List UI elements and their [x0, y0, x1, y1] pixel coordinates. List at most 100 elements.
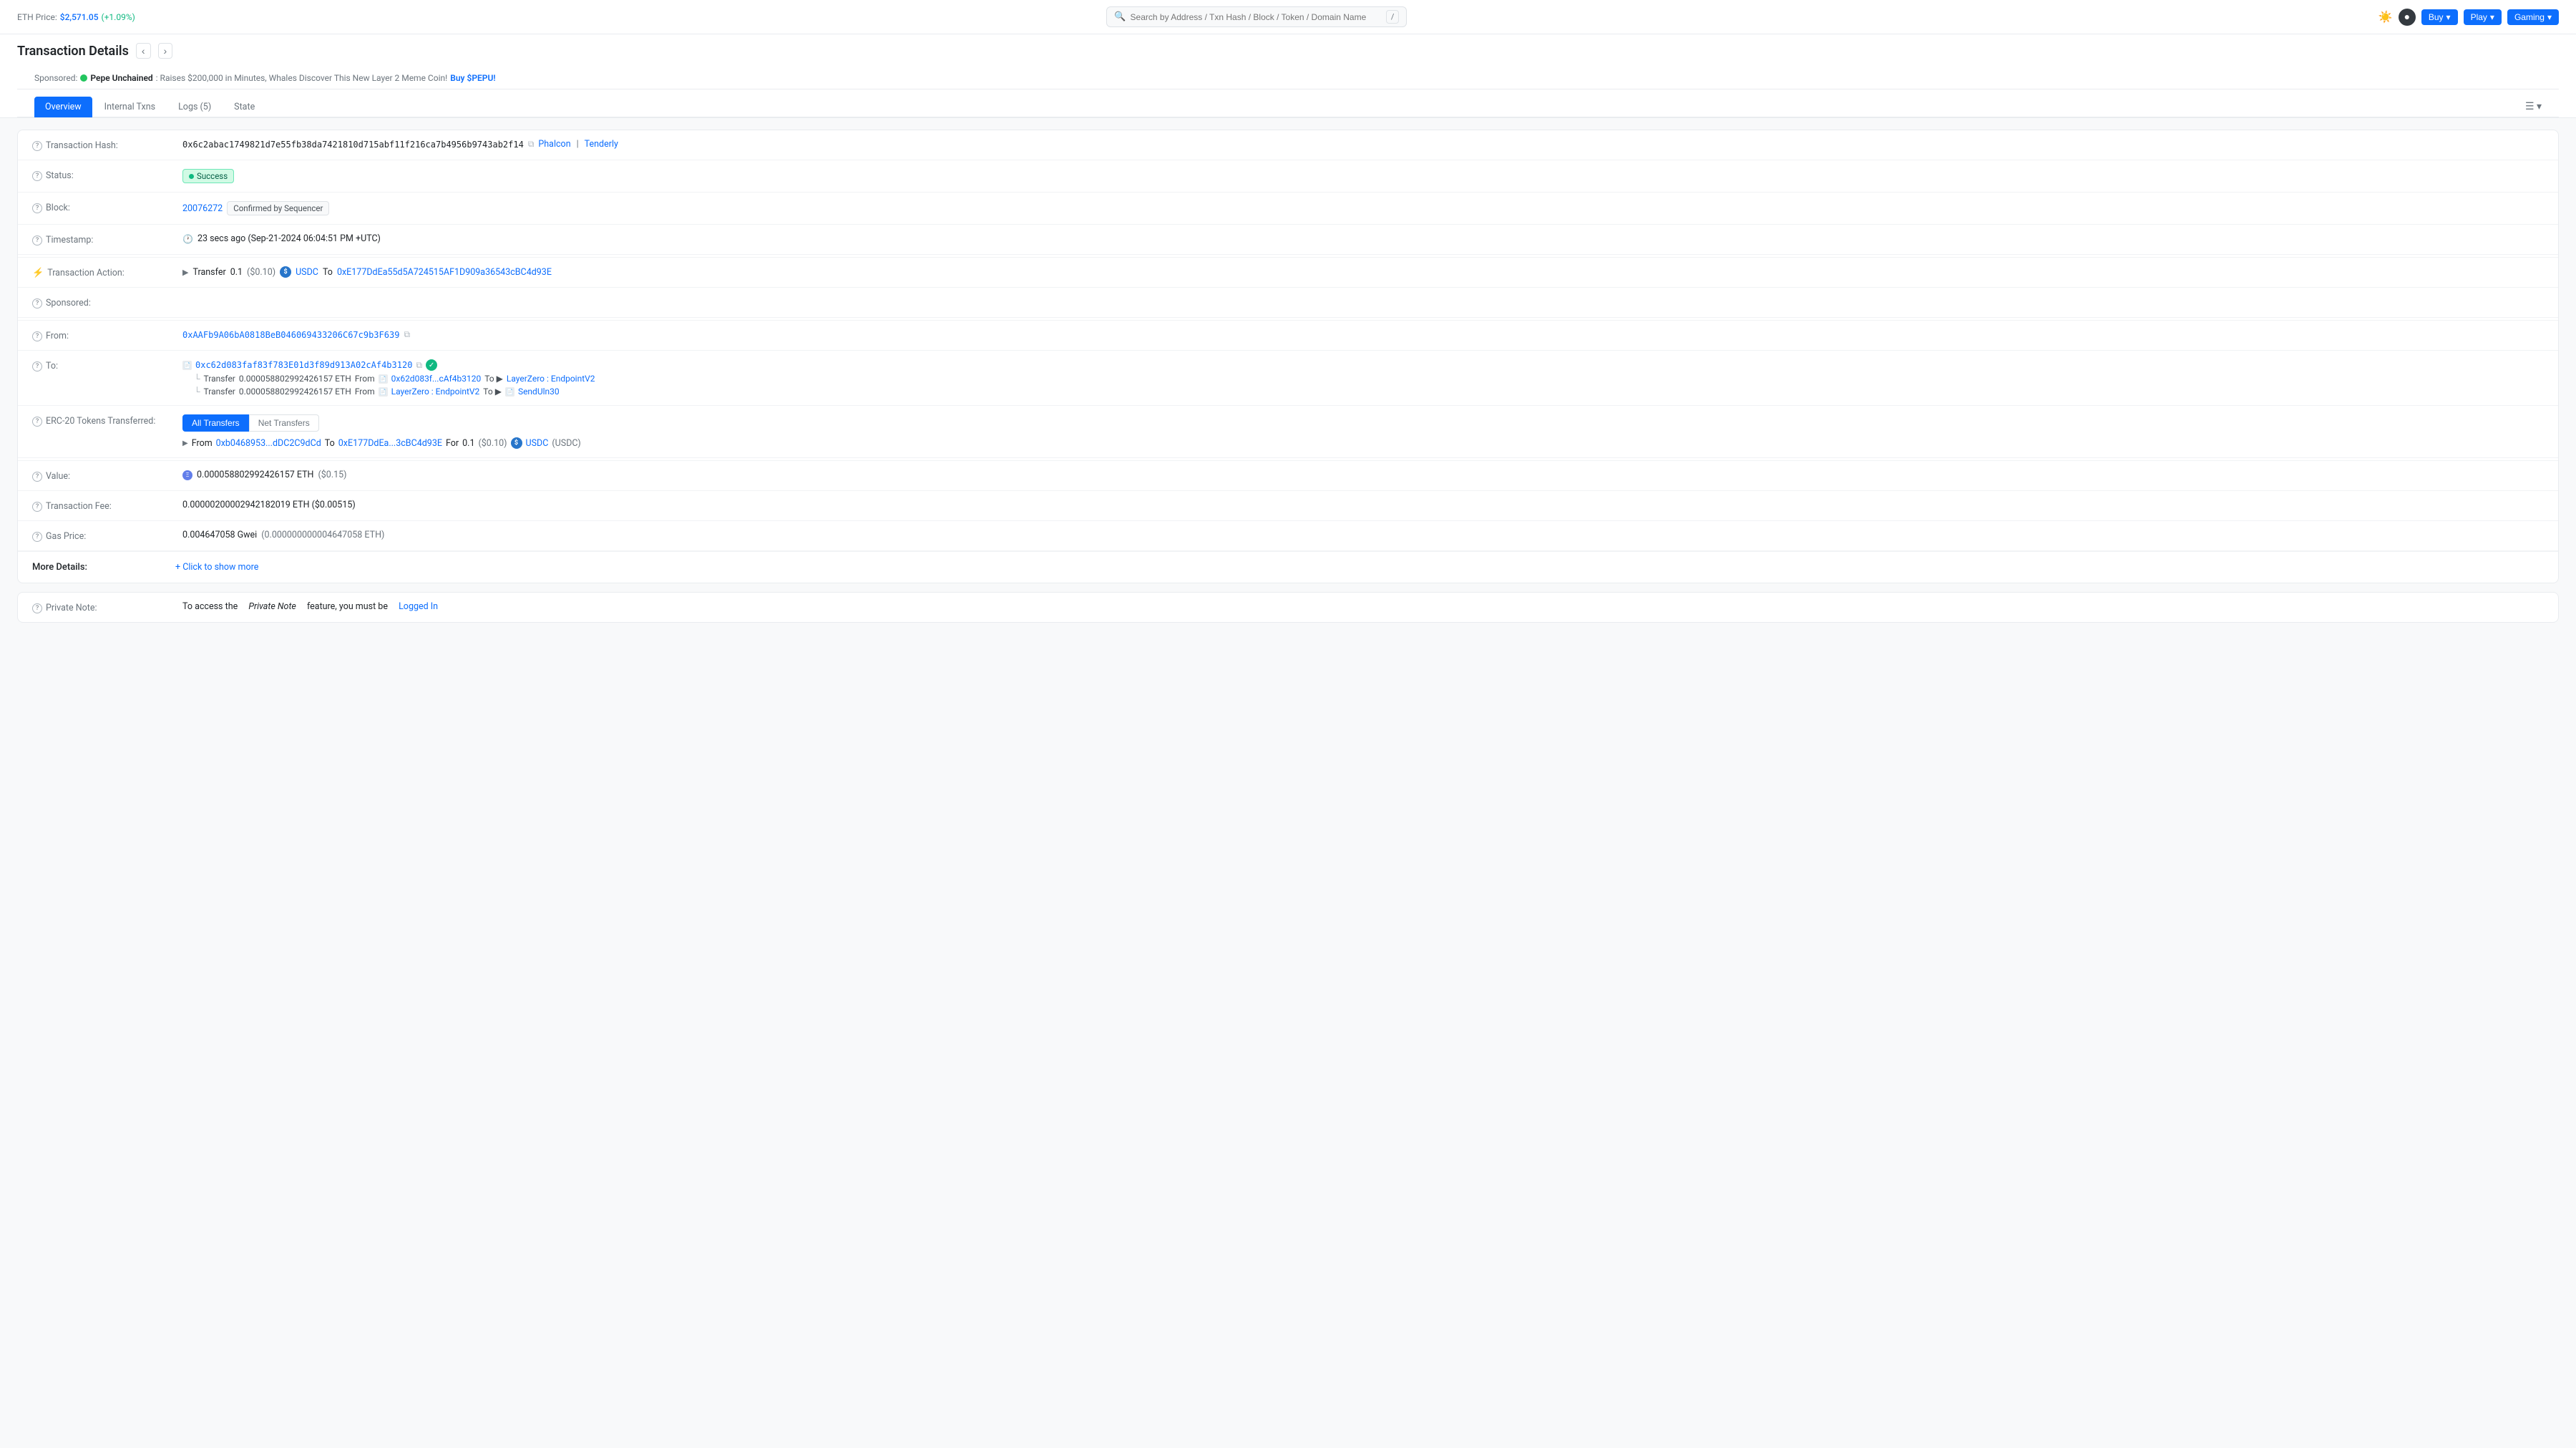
- to-address-link[interactable]: 0xc62d083faf83f783E01d3f89d913A02cAf4b31…: [195, 360, 412, 370]
- block-number-link[interactable]: 20076272: [182, 203, 223, 214]
- transfer-1-to-link[interactable]: LayerZero : EndpointV2: [507, 374, 595, 384]
- usdc-symbol-link[interactable]: USDC: [526, 438, 549, 449]
- action-to-address[interactable]: 0xE177DdEa55d5A724515AF1D909a36543cBC4d9…: [337, 267, 552, 278]
- tenderly-link[interactable]: Tenderly: [585, 139, 618, 150]
- from-text: From: [192, 438, 213, 449]
- page-header: Transaction Details ‹ › Sponsored: Pepe …: [0, 34, 2576, 118]
- bolt-icon: ⚡: [32, 268, 44, 278]
- copy-to-icon[interactable]: ⧉: [416, 360, 422, 371]
- from-info-icon[interactable]: ?: [32, 331, 42, 341]
- from-address-link[interactable]: 0xAAFb9A06bA0818BeB046069433206C67c9b3F6…: [182, 330, 399, 340]
- gaming-button[interactable]: Gaming ▾: [2507, 9, 2559, 25]
- search-input[interactable]: [1131, 12, 1382, 22]
- search-icon: 🔍: [1114, 11, 1126, 22]
- status-info-icon[interactable]: ?: [32, 171, 42, 181]
- to-info-icon[interactable]: ?: [32, 361, 42, 371]
- copy-from-icon[interactable]: ⧉: [404, 329, 410, 340]
- block-info-icon[interactable]: ?: [32, 203, 42, 213]
- next-arrow[interactable]: ›: [158, 43, 173, 59]
- eth-icon-value: Ξ: [182, 470, 192, 480]
- transfer-1-from-link[interactable]: 0x62d083f...cAf4b3120: [391, 374, 482, 384]
- more-details-link[interactable]: + Click to show more: [175, 562, 258, 573]
- from-label: ? From:: [32, 329, 175, 341]
- contract-icon-1: 📄: [379, 374, 388, 384]
- token-transfer-row: ▶ From 0xb0468953...dDC2C9dCd To 0xE177D…: [182, 437, 581, 449]
- sponsored-info-icon[interactable]: ?: [32, 298, 42, 308]
- transfer-1: └ Transfer 0.000058802992426157 ETH From…: [182, 374, 2544, 384]
- erc20-label: ? ERC-20 Tokens Transferred:: [32, 414, 175, 427]
- sponsored-field-label: ? Sponsored:: [32, 296, 175, 308]
- gas-price-info-icon[interactable]: ?: [32, 532, 42, 542]
- to-text-token: To: [325, 438, 335, 449]
- erc20-row: ? ERC-20 Tokens Transferred: All Transfe…: [18, 406, 2558, 458]
- page-content: ? Transaction Hash: 0x6c2abac1749821d7e5…: [0, 118, 2576, 634]
- tab-overview[interactable]: Overview: [34, 97, 92, 117]
- private-note-info-icon[interactable]: ?: [32, 603, 42, 613]
- sponsored-label: Sponsored:: [34, 73, 77, 83]
- buy-button[interactable]: Buy ▾: [2421, 9, 2458, 25]
- tx-fee-value: 0.00000200002942182019 ETH ($0.00515): [182, 500, 2544, 510]
- slash-key[interactable]: /: [1386, 10, 1400, 24]
- copy-hash-icon[interactable]: ⧉: [528, 139, 535, 150]
- value-info-icon[interactable]: ?: [32, 472, 42, 482]
- logged-in-link[interactable]: Logged In: [399, 601, 438, 612]
- prev-arrow[interactable]: ‹: [136, 43, 151, 59]
- contract-icon: 📄: [182, 361, 192, 370]
- timestamp-label: ? Timestamp:: [32, 233, 175, 246]
- gas-price-value: 0.004647058 Gwei (0.000000000004647058 E…: [182, 530, 2544, 540]
- transfer-prefix-2: └: [194, 387, 200, 397]
- tx-hash-label: ? Transaction Hash:: [32, 139, 175, 151]
- more-details-label: More Details:: [32, 562, 175, 573]
- status-label: ? Status:: [32, 169, 175, 181]
- tab-internal-txns[interactable]: Internal Txns: [94, 97, 166, 117]
- sponsored-name: Pepe Unchained: [90, 73, 152, 83]
- clock-icon: 🕐: [182, 234, 193, 244]
- nav-right: ☀️ ● Buy ▾ Play ▾ Gaming ▾: [2379, 9, 2559, 26]
- usdc-token-link[interactable]: USDC: [296, 267, 318, 278]
- triangle-icon-token: ▶: [182, 439, 188, 447]
- tx-action-label: ⚡ Transaction Action:: [32, 266, 175, 278]
- gas-price-row: ? Gas Price: 0.004647058 Gwei (0.0000000…: [18, 521, 2558, 551]
- sun-icon[interactable]: ☀️: [2379, 10, 2393, 24]
- play-button[interactable]: Play ▾: [2464, 9, 2502, 25]
- tx-hash-info-icon[interactable]: ?: [32, 141, 42, 151]
- timestamp-info-icon[interactable]: ?: [32, 235, 42, 246]
- timestamp-row: ? Timestamp: 🕐 23 secs ago (Sep-21-2024 …: [18, 225, 2558, 255]
- token-to-link[interactable]: 0xE177DdEa...3cBC4d93E: [338, 438, 442, 449]
- token-tab-group: All Transfers Net Transfers: [182, 414, 319, 432]
- transaction-card: ? Transaction Hash: 0x6c2abac1749821d7e5…: [17, 130, 2559, 583]
- contract-icon-2: 📄: [379, 387, 388, 397]
- sequencer-badge: Confirmed by Sequencer: [227, 201, 329, 215]
- status-row: ? Status: Success: [18, 160, 2558, 193]
- top-navigation: ETH Price: $2,571.05 (+1.09%) 🔍 / ☀️ ● B…: [0, 0, 2576, 34]
- tab-state[interactable]: State: [223, 97, 265, 117]
- to-row: ? To: 📄 0xc62d083faf83f783E01d3f89d913A0…: [18, 351, 2558, 406]
- search-bar[interactable]: 🔍 /: [1106, 6, 1407, 27]
- value-row: ? Value: Ξ 0.000058802992426157 ETH ($0.…: [18, 461, 2558, 491]
- value-value: Ξ 0.000058802992426157 ETH ($0.15): [182, 470, 2544, 480]
- link-divider: |: [577, 139, 579, 150]
- usdc-icon-action: $: [280, 266, 291, 278]
- transfer-2-from-link[interactable]: LayerZero : EndpointV2: [391, 387, 480, 397]
- transfer-1-text: Transfer: [204, 374, 235, 384]
- private-note-label: ? Private Note:: [32, 601, 175, 613]
- from-row: ? From: 0xAAFb9A06bA0818BeB046069433206C…: [18, 321, 2558, 351]
- list-icon[interactable]: ☰ ▾: [2525, 101, 2542, 112]
- gas-price-label: ? Gas Price:: [32, 530, 175, 542]
- tx-action-row: ⚡ Transaction Action: ▶ Transfer 0.1 ($0…: [18, 258, 2558, 288]
- tab-logs[interactable]: Logs (5): [167, 97, 222, 117]
- transfer-2: └ Transfer 0.000058802992426157 ETH From…: [182, 387, 2544, 397]
- net-transfers-tab[interactable]: Net Transfers: [249, 414, 319, 432]
- token-from-link[interactable]: 0xb0468953...dDC2C9dCd: [216, 438, 321, 449]
- tx-fee-info-icon[interactable]: ?: [32, 502, 42, 512]
- sponsored-link[interactable]: Buy $PEPU!: [450, 73, 495, 83]
- phalcon-link[interactable]: Phalcon: [538, 139, 570, 150]
- to-value: 📄 0xc62d083faf83f783E01d3f89d913A02cAf4b…: [182, 359, 2544, 397]
- all-transfers-tab[interactable]: All Transfers: [182, 414, 249, 432]
- erc20-info-icon[interactable]: ?: [32, 417, 42, 427]
- triangle-icon: ▶: [182, 268, 188, 277]
- transfer-2-to-link[interactable]: SendUln30: [518, 387, 560, 397]
- dark-mode-icon[interactable]: ●: [2399, 9, 2416, 26]
- verified-icon: ✓: [426, 359, 437, 371]
- tx-fee-label: ? Transaction Fee:: [32, 500, 175, 512]
